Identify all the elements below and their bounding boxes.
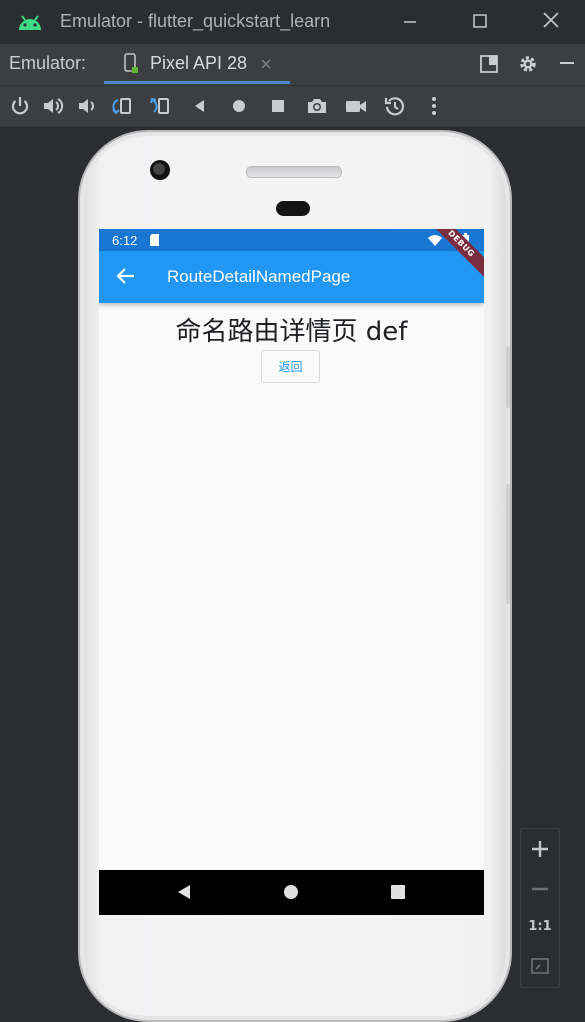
tab-label: Pixel API 28	[150, 53, 248, 73]
status-bar: 6:12	[99, 229, 484, 251]
gear-icon	[520, 56, 536, 72]
emulator-tab-bar: Emulator: Pixel API 28	[0, 44, 585, 86]
return-button[interactable]: 返回	[261, 350, 320, 383]
minimize-button[interactable]	[397, 10, 423, 34]
layout-icon	[480, 55, 498, 73]
rotate-left-icon[interactable]	[109, 94, 133, 118]
app-bar: RouteDetailNamedPage	[99, 251, 484, 303]
tab-pixel-api-28[interactable]: Pixel API 28	[104, 44, 290, 85]
zoom-out-icon[interactable]	[530, 879, 550, 899]
tab-close-icon[interactable]	[260, 58, 272, 70]
volume-down-icon[interactable]	[76, 94, 100, 118]
maximize-button[interactable]	[467, 10, 493, 34]
active-tab-indicator	[104, 81, 290, 84]
sd-card-icon	[150, 234, 159, 246]
snapshot-icon[interactable]	[383, 94, 407, 118]
android-nav-bar	[99, 870, 484, 915]
window-title-bar: Emulator - flutter_quickstart_learn	[0, 0, 585, 44]
power-icon[interactable]	[8, 94, 32, 118]
zoom-one-to-one-button[interactable]: 1:1	[521, 919, 559, 934]
earpiece-speaker	[246, 166, 342, 178]
back-arrow-icon[interactable]	[115, 265, 137, 287]
emulator-label: Emulator:	[9, 53, 87, 73]
front-camera	[150, 160, 170, 180]
app-bar-title: RouteDetailNamedPage	[167, 267, 351, 286]
settings-button[interactable]	[517, 54, 539, 76]
maximize-icon	[473, 14, 487, 28]
nav-back-icon[interactable]	[176, 884, 192, 900]
zoom-controls: 1:1	[520, 828, 560, 988]
fit-screen-icon[interactable]	[530, 956, 550, 976]
hide-panel-button[interactable]	[556, 54, 578, 76]
minimize-panel-icon	[560, 62, 574, 64]
overview-icon[interactable]	[266, 94, 290, 118]
zoom-in-icon[interactable]	[530, 839, 550, 859]
screen-record-icon[interactable]	[344, 94, 368, 118]
phone-power-button[interactable]	[506, 346, 510, 408]
device-screen[interactable]: 6:12 RouteDetailNamedPage DEBUG 命名路由详情页 …	[99, 229, 484, 915]
emulator-toolbar	[0, 86, 585, 127]
layout-button[interactable]	[478, 54, 500, 76]
nav-home-icon[interactable]	[283, 884, 299, 900]
device-icon	[124, 53, 138, 73]
minimize-icon	[404, 21, 416, 23]
wifi-icon	[428, 235, 442, 246]
window-title: Emulator - flutter_quickstart_learn	[60, 11, 331, 31]
more-icon[interactable]	[422, 94, 446, 118]
back-icon[interactable]	[188, 94, 212, 118]
volume-up-icon[interactable]	[41, 94, 65, 118]
phone-volume-button[interactable]	[506, 484, 510, 604]
status-time: 6:12	[112, 233, 138, 248]
page-heading: 命名路由详情页 def	[175, 317, 408, 347]
nav-recents-icon[interactable]	[390, 884, 406, 900]
rotate-right-icon[interactable]	[148, 94, 172, 118]
android-logo-icon	[19, 15, 41, 30]
proximity-sensor	[276, 201, 310, 216]
screenshot-icon[interactable]	[305, 94, 329, 118]
home-icon[interactable]	[227, 94, 251, 118]
close-icon	[543, 12, 559, 28]
close-window-button[interactable]	[538, 10, 564, 34]
